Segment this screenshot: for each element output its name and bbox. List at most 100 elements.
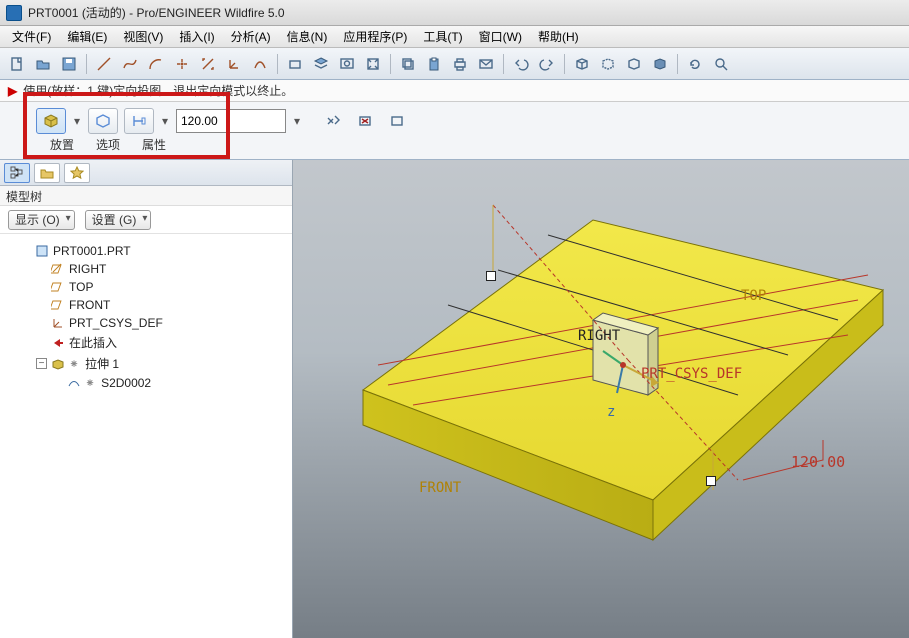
view-saved-icon[interactable] — [336, 53, 358, 75]
point-icon[interactable] — [171, 53, 193, 75]
model-render — [293, 160, 909, 638]
dashboard-tab-attr[interactable]: 属性 — [142, 136, 166, 153]
new-icon[interactable] — [6, 53, 28, 75]
sketch-icon[interactable] — [249, 53, 271, 75]
extrude-solid-button[interactable] — [36, 108, 66, 134]
plane-display-icon[interactable] — [284, 53, 306, 75]
open-icon[interactable] — [32, 53, 54, 75]
menu-insert[interactable]: 插入(I) — [171, 26, 222, 47]
menu-edit[interactable]: 编辑(E) — [59, 26, 115, 47]
datum-plane-icon — [51, 262, 65, 276]
window-title: PRT0001 (活动的) - Pro/ENGINEER Wildfire 5.… — [28, 4, 285, 21]
tree-datum-right[interactable]: RIGHT — [36, 260, 288, 278]
navigator-tabs — [0, 160, 292, 186]
tree-sketch[interactable]: ⁕S2D0002 — [52, 374, 288, 392]
csys-icon[interactable] — [223, 53, 245, 75]
menu-info[interactable]: 信息(N) — [279, 26, 336, 47]
save-icon[interactable] — [58, 53, 80, 75]
tree-label: 在此插入 — [69, 334, 117, 351]
remove-material-button[interactable] — [352, 109, 378, 133]
model-tree[interactable]: PRT0001.PRT RIGHT TOP FRONT PRT_CSYS_DEF… — [0, 234, 292, 638]
tree-collapse-icon[interactable]: − — [36, 358, 47, 369]
viewport-axis-z: z — [607, 404, 615, 420]
tree-label: S2D0002 — [101, 376, 151, 390]
shaded-icon[interactable] — [649, 53, 671, 75]
tree-extrude[interactable]: − ⁕ 拉伸 1 — [36, 353, 288, 374]
graphics-viewport[interactable]: TOP RIGHT PRT_CSYS_DEF z FRONT 120.00 — [293, 160, 909, 638]
arc-icon[interactable] — [145, 53, 167, 75]
tree-insert-here[interactable]: 在此插入 — [36, 332, 288, 353]
tree-settings-combo[interactable]: 设置 (G) — [85, 210, 152, 230]
dashboard-tab-place[interactable]: 放置 — [50, 136, 74, 153]
depth-type-dropdown[interactable]: ▾ — [160, 108, 170, 134]
extrude-solid-dropdown[interactable]: ▾ — [72, 108, 82, 134]
regen-icon[interactable] — [684, 53, 706, 75]
tree-show-combo[interactable]: 显示 (O) — [8, 210, 75, 230]
nav-tab-tree[interactable] — [4, 163, 30, 183]
thicken-button[interactable] — [384, 109, 410, 133]
menu-view[interactable]: 视图(V) — [115, 26, 171, 47]
model-tree-panel: 模型树 显示 (O) 设置 (G) PRT0001.PRT RIGHT TOP … — [0, 160, 293, 638]
axis-icon[interactable] — [197, 53, 219, 75]
nav-tab-favorites[interactable] — [64, 163, 90, 183]
prompt-arrow-icon: ▶ — [8, 84, 17, 98]
menu-window[interactable]: 窗口(W) — [471, 26, 530, 47]
nohidden-icon[interactable] — [623, 53, 645, 75]
depth-input-dropdown[interactable]: ▾ — [292, 108, 302, 134]
copy-icon[interactable] — [397, 53, 419, 75]
app-icon — [6, 5, 22, 21]
tree-root[interactable]: PRT0001.PRT — [20, 242, 288, 260]
part-icon — [35, 244, 49, 258]
datum-plane-icon — [51, 298, 65, 312]
nav-tab-folder[interactable] — [34, 163, 60, 183]
drag-handle[interactable] — [706, 476, 716, 486]
tree-label: RIGHT — [69, 262, 106, 276]
datum-plane-icon — [51, 280, 65, 294]
mail-icon[interactable] — [475, 53, 497, 75]
menu-bar: 文件(F) 编辑(E) 视图(V) 插入(I) 分析(A) 信息(N) 应用程序… — [0, 26, 909, 48]
menu-file[interactable]: 文件(F) — [4, 26, 59, 47]
menu-app[interactable]: 应用程序(P) — [335, 26, 415, 47]
tree-settings-label: 设置 (G) — [92, 211, 137, 228]
viewport-label-front: FRONT — [419, 480, 461, 496]
tree-label: TOP — [69, 280, 93, 294]
drag-handle[interactable] — [486, 271, 496, 281]
spline-icon[interactable] — [119, 53, 141, 75]
hidden-icon[interactable] — [597, 53, 619, 75]
menu-tools[interactable]: 工具(T) — [415, 26, 470, 47]
wireframe-icon[interactable] — [571, 53, 593, 75]
tree-csys[interactable]: PRT_CSYS_DEF — [36, 314, 288, 332]
title-bar: PRT0001 (活动的) - Pro/ENGINEER Wildfire 5.… — [0, 0, 909, 26]
csys-icon — [51, 316, 65, 330]
extrude-icon — [51, 357, 65, 371]
layer-icon[interactable] — [310, 53, 332, 75]
tree-label: FRONT — [69, 298, 110, 312]
paste-icon[interactable] — [423, 53, 445, 75]
depth-type-button[interactable] — [124, 108, 154, 134]
viewport-dim-value[interactable]: 120.00 — [791, 453, 845, 471]
tree-datum-front[interactable]: FRONT — [36, 296, 288, 314]
redo-icon[interactable] — [536, 53, 558, 75]
tree-root-label: PRT0001.PRT — [53, 244, 131, 258]
tree-datum-top[interactable]: TOP — [36, 278, 288, 296]
find-icon[interactable] — [710, 53, 732, 75]
extrude-surface-button[interactable] — [88, 108, 118, 134]
feature-dashboard: ▾ ▾ ▾ 放置 选项 属性 — [0, 102, 909, 160]
main-toolbar — [0, 48, 909, 80]
line-icon[interactable] — [93, 53, 115, 75]
prompt-text: 使用(放样：1 键)定向投图。退出定向模式以终止。 — [23, 82, 293, 99]
viewport-label-top: TOP — [741, 288, 766, 304]
flip-direction-button[interactable] — [320, 109, 346, 133]
suppressed-marker: ⁕ — [69, 357, 79, 371]
menu-analysis[interactable]: 分析(A) — [223, 26, 279, 47]
undo-icon[interactable] — [510, 53, 532, 75]
viewport-label-csys: PRT_CSYS_DEF — [641, 366, 742, 382]
dashboard-tab-option[interactable]: 选项 — [96, 136, 120, 153]
insert-arrow-icon — [51, 336, 65, 350]
print-icon[interactable] — [449, 53, 471, 75]
prompt-area: ▶ 使用(放样：1 键)定向投图。退出定向模式以终止。 — [0, 80, 909, 102]
tree-label: 拉伸 1 — [85, 355, 119, 372]
menu-help[interactable]: 帮助(H) — [530, 26, 587, 47]
depth-input[interactable] — [176, 109, 286, 133]
view-refit-icon[interactable] — [362, 53, 384, 75]
